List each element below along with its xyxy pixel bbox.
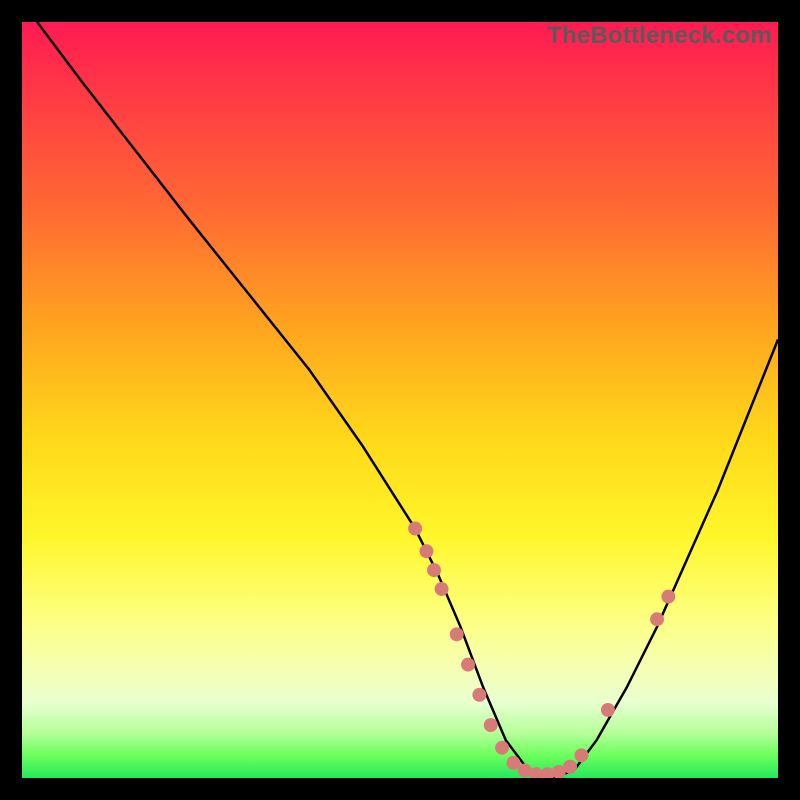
bottleneck-curve: [37, 22, 778, 778]
curve-marker-dot: [472, 688, 486, 702]
curve-marker-dot: [419, 544, 433, 558]
curve-marker-dot: [427, 563, 441, 577]
curve-marker-dot: [484, 718, 498, 732]
curve-marker-dot: [601, 703, 615, 717]
curve-marker-dot: [661, 590, 675, 604]
chart-frame: TheBottleneck.com: [20, 20, 780, 780]
curve-marker-dot: [461, 658, 475, 672]
curve-marker-dot: [506, 756, 520, 770]
curve-markers: [408, 522, 675, 778]
chart-svg: [22, 22, 778, 778]
curve-marker-dot: [650, 612, 664, 626]
curve-marker-dot: [574, 748, 588, 762]
curve-marker-dot: [495, 741, 509, 755]
curve-marker-dot: [435, 582, 449, 596]
curve-marker-dot: [408, 522, 422, 536]
curve-marker-dot: [563, 760, 577, 774]
curve-marker-dot: [450, 627, 464, 641]
